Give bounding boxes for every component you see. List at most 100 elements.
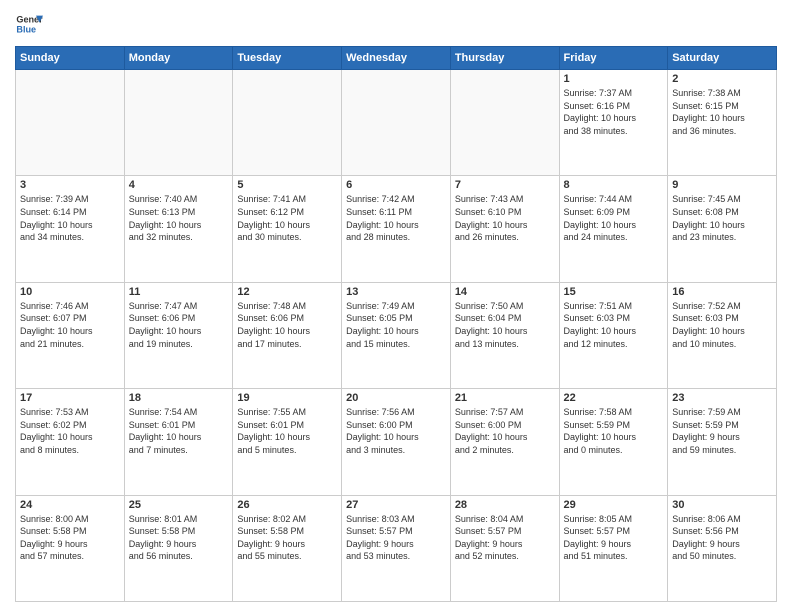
week-row-2: 10 Sunrise: 7:46 AM Sunset: 6:07 PM Dayli… (16, 282, 777, 388)
weekday-header-thursday: Thursday (450, 47, 559, 70)
day-info: Sunrise: 7:53 AM Sunset: 6:02 PM Dayligh… (20, 406, 120, 456)
day-number: 18 (129, 392, 229, 404)
day-number: 1 (564, 73, 664, 85)
day-info: Sunrise: 7:56 AM Sunset: 6:00 PM Dayligh… (346, 406, 446, 456)
calendar-cell: 22 Sunrise: 7:58 AM Sunset: 5:59 PM Dayli… (559, 389, 668, 495)
weekday-header-friday: Friday (559, 47, 668, 70)
day-number: 28 (455, 499, 555, 511)
calendar-cell: 16 Sunrise: 7:52 AM Sunset: 6:03 PM Dayli… (668, 282, 777, 388)
day-info: Sunrise: 8:06 AM Sunset: 5:56 PM Dayligh… (672, 513, 772, 563)
week-row-0: 1 Sunrise: 7:37 AM Sunset: 6:16 PM Daylig… (16, 70, 777, 176)
day-info: Sunrise: 7:37 AM Sunset: 6:16 PM Dayligh… (564, 87, 664, 137)
calendar-cell: 21Sunrise: 7:57 AM Sunset: 6:00 PM Dayli… (450, 389, 559, 495)
day-number: 4 (129, 179, 229, 191)
day-number: 23 (672, 392, 772, 404)
day-info: Sunrise: 7:41 AM Sunset: 6:12 PM Dayligh… (237, 193, 337, 243)
calendar-cell: 3 Sunrise: 7:39 AM Sunset: 6:14 PM Daylig… (16, 176, 125, 282)
day-number: 11 (129, 286, 229, 298)
day-info: Sunrise: 7:54 AM Sunset: 6:01 PM Dayligh… (129, 406, 229, 456)
weekday-header-sunday: Sunday (16, 47, 125, 70)
day-info: Sunrise: 8:05 AM Sunset: 5:57 PM Dayligh… (564, 513, 664, 563)
day-number: 26 (237, 499, 337, 511)
calendar-cell: 13Sunrise: 7:49 AM Sunset: 6:05 PM Dayli… (342, 282, 451, 388)
day-info: Sunrise: 7:51 AM Sunset: 6:03 PM Dayligh… (564, 300, 664, 350)
day-info: Sunrise: 8:04 AM Sunset: 5:57 PM Dayligh… (455, 513, 555, 563)
calendar-cell: 25 Sunrise: 8:01 AM Sunset: 5:58 PM Dayli… (124, 495, 233, 601)
logo-icon: General Blue (15, 10, 43, 38)
page: General Blue SundayMondayTuesdayWednesda… (0, 0, 792, 612)
day-info: Sunrise: 7:42 AM Sunset: 6:11 PM Dayligh… (346, 193, 446, 243)
day-number: 17 (20, 392, 120, 404)
weekday-header-row: SundayMondayTuesdayWednesdayThursdayFrid… (16, 47, 777, 70)
calendar-cell: 29 Sunrise: 8:05 AM Sunset: 5:57 PM Dayli… (559, 495, 668, 601)
day-info: Sunrise: 7:40 AM Sunset: 6:13 PM Dayligh… (129, 193, 229, 243)
calendar-cell: 30 Sunrise: 8:06 AM Sunset: 5:56 PM Dayli… (668, 495, 777, 601)
calendar-cell: 20Sunrise: 7:56 AM Sunset: 6:00 PM Dayli… (342, 389, 451, 495)
calendar-cell: 24 Sunrise: 8:00 AM Sunset: 5:58 PM Dayli… (16, 495, 125, 601)
day-number: 2 (672, 73, 772, 85)
weekday-header-wednesday: Wednesday (342, 47, 451, 70)
day-number: 25 (129, 499, 229, 511)
calendar: SundayMondayTuesdayWednesdayThursdayFrid… (15, 46, 777, 602)
calendar-cell: 27Sunrise: 8:03 AM Sunset: 5:57 PM Dayli… (342, 495, 451, 601)
day-info: Sunrise: 8:01 AM Sunset: 5:58 PM Dayligh… (129, 513, 229, 563)
day-info: Sunrise: 7:43 AM Sunset: 6:10 PM Dayligh… (455, 193, 555, 243)
day-info: Sunrise: 8:00 AM Sunset: 5:58 PM Dayligh… (20, 513, 120, 563)
calendar-cell: 26Sunrise: 8:02 AM Sunset: 5:58 PM Dayli… (233, 495, 342, 601)
calendar-cell: 28 Sunrise: 8:04 AM Sunset: 5:57 PM Dayli… (450, 495, 559, 601)
day-info: Sunrise: 7:39 AM Sunset: 6:14 PM Dayligh… (20, 193, 120, 243)
day-info: Sunrise: 7:44 AM Sunset: 6:09 PM Dayligh… (564, 193, 664, 243)
day-info: Sunrise: 7:57 AM Sunset: 6:00 PM Dayligh… (455, 406, 555, 456)
calendar-cell (233, 70, 342, 176)
calendar-cell: 10 Sunrise: 7:46 AM Sunset: 6:07 PM Dayli… (16, 282, 125, 388)
day-number: 24 (20, 499, 120, 511)
day-number: 27 (346, 499, 446, 511)
day-info: Sunrise: 7:47 AM Sunset: 6:06 PM Dayligh… (129, 300, 229, 350)
week-row-3: 17 Sunrise: 7:53 AM Sunset: 6:02 PM Dayli… (16, 389, 777, 495)
calendar-cell: 9Sunrise: 7:45 AM Sunset: 6:08 PM Daylig… (668, 176, 777, 282)
calendar-cell (16, 70, 125, 176)
calendar-cell: 11 Sunrise: 7:47 AM Sunset: 6:06 PM Dayli… (124, 282, 233, 388)
calendar-cell: 6 Sunrise: 7:42 AM Sunset: 6:11 PM Daylig… (342, 176, 451, 282)
day-number: 5 (237, 179, 337, 191)
calendar-cell (450, 70, 559, 176)
day-number: 19 (237, 392, 337, 404)
calendar-cell: 8 Sunrise: 7:44 AM Sunset: 6:09 PM Daylig… (559, 176, 668, 282)
day-info: Sunrise: 7:50 AM Sunset: 6:04 PM Dayligh… (455, 300, 555, 350)
calendar-cell (124, 70, 233, 176)
weekday-header-saturday: Saturday (668, 47, 777, 70)
day-info: Sunrise: 7:49 AM Sunset: 6:05 PM Dayligh… (346, 300, 446, 350)
calendar-cell: 2 Sunrise: 7:38 AM Sunset: 6:15 PM Daylig… (668, 70, 777, 176)
calendar-cell: 15 Sunrise: 7:51 AM Sunset: 6:03 PM Dayli… (559, 282, 668, 388)
day-number: 29 (564, 499, 664, 511)
week-row-4: 24 Sunrise: 8:00 AM Sunset: 5:58 PM Dayli… (16, 495, 777, 601)
calendar-cell: 1 Sunrise: 7:37 AM Sunset: 6:16 PM Daylig… (559, 70, 668, 176)
day-number: 10 (20, 286, 120, 298)
calendar-cell: 7 Sunrise: 7:43 AM Sunset: 6:10 PM Daylig… (450, 176, 559, 282)
day-info: Sunrise: 7:46 AM Sunset: 6:07 PM Dayligh… (20, 300, 120, 350)
day-number: 3 (20, 179, 120, 191)
calendar-cell: 5 Sunrise: 7:41 AM Sunset: 6:12 PM Daylig… (233, 176, 342, 282)
day-number: 30 (672, 499, 772, 511)
day-info: Sunrise: 7:52 AM Sunset: 6:03 PM Dayligh… (672, 300, 772, 350)
day-number: 16 (672, 286, 772, 298)
calendar-cell: 17 Sunrise: 7:53 AM Sunset: 6:02 PM Dayli… (16, 389, 125, 495)
day-info: Sunrise: 7:45 AM Sunset: 6:08 PM Dayligh… (672, 193, 772, 243)
day-number: 15 (564, 286, 664, 298)
day-info: Sunrise: 7:55 AM Sunset: 6:01 PM Dayligh… (237, 406, 337, 456)
calendar-cell: 12Sunrise: 7:48 AM Sunset: 6:06 PM Dayli… (233, 282, 342, 388)
logo: General Blue (15, 10, 43, 38)
day-number: 8 (564, 179, 664, 191)
day-number: 7 (455, 179, 555, 191)
day-info: Sunrise: 7:58 AM Sunset: 5:59 PM Dayligh… (564, 406, 664, 456)
day-number: 14 (455, 286, 555, 298)
calendar-cell: 19 Sunrise: 7:55 AM Sunset: 6:01 PM Dayli… (233, 389, 342, 495)
day-info: Sunrise: 7:38 AM Sunset: 6:15 PM Dayligh… (672, 87, 772, 137)
calendar-cell (342, 70, 451, 176)
calendar-cell: 4 Sunrise: 7:40 AM Sunset: 6:13 PM Daylig… (124, 176, 233, 282)
calendar-cell: 23Sunrise: 7:59 AM Sunset: 5:59 PM Dayli… (668, 389, 777, 495)
week-row-1: 3 Sunrise: 7:39 AM Sunset: 6:14 PM Daylig… (16, 176, 777, 282)
day-number: 22 (564, 392, 664, 404)
calendar-cell: 14 Sunrise: 7:50 AM Sunset: 6:04 PM Dayli… (450, 282, 559, 388)
day-number: 6 (346, 179, 446, 191)
